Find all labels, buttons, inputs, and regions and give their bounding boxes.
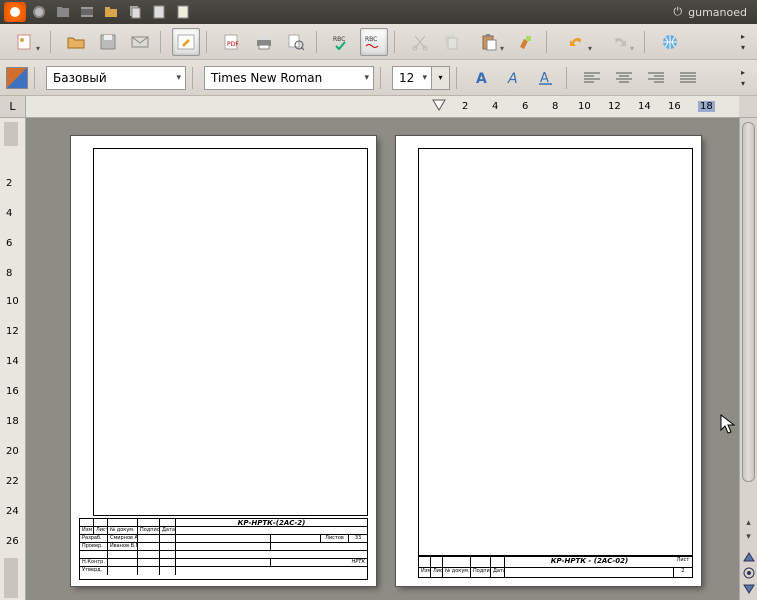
mail-button[interactable]: [126, 28, 154, 56]
font-name-combo[interactable]: Times New Roman: [204, 66, 374, 90]
align-center-button[interactable]: [610, 64, 638, 92]
font-size-stepper[interactable]: ▾: [432, 66, 450, 90]
drawing-frame: [418, 148, 693, 556]
vertical-ruler[interactable]: 2 4 6 8 10 12 14 16 18 20 22 24 26: [0, 118, 26, 600]
page-2: КР-НРТК - (2АС-02) Лист Изм Лист № докум…: [396, 136, 701, 586]
page-down-icon[interactable]: [742, 582, 756, 596]
format-paintbrush-button[interactable]: [512, 28, 540, 56]
svg-text:RBC: RBC: [333, 36, 345, 43]
copy-files-icon[interactable]: [124, 2, 146, 22]
scroll-down-icon[interactable]: ▾: [740, 532, 757, 548]
folder-icon[interactable]: [100, 2, 122, 22]
scrollbar-thumb[interactable]: [742, 122, 755, 482]
user-name[interactable]: gumanoed: [688, 6, 747, 19]
formatting-toolbar: Базовый Times New Roman 12 ▾ A A A ▸▾: [0, 60, 757, 96]
vertical-scrollbar[interactable]: ▴ ▾: [739, 118, 757, 600]
redo-button[interactable]: [600, 28, 638, 56]
files-icon[interactable]: [52, 2, 74, 22]
ubuntu-launcher-icon[interactable]: [4, 2, 26, 22]
document1-icon[interactable]: [148, 2, 170, 22]
svg-text:RBC: RBC: [365, 36, 377, 43]
svg-text:A: A: [507, 71, 518, 87]
writer-window: PDF RBC RBC ▸▾ Базовый Times New Roman 1…: [0, 24, 757, 600]
font-size-combo[interactable]: 12: [392, 66, 432, 90]
align-right-button[interactable]: [642, 64, 670, 92]
navigator-icon[interactable]: [742, 566, 756, 580]
toolbar-overflow-button[interactable]: ▸▾: [735, 28, 751, 56]
align-left-button[interactable]: [578, 64, 606, 92]
paste-button[interactable]: [470, 28, 508, 56]
edit-mode-button[interactable]: [172, 28, 200, 56]
print-preview-button[interactable]: [282, 28, 310, 56]
align-justify-button[interactable]: [674, 64, 702, 92]
save-button[interactable]: [94, 28, 122, 56]
cut-button[interactable]: [406, 28, 434, 56]
title-block-2: КР-НРТК - (2АС-02) Лист Изм Лист № докум…: [418, 556, 693, 578]
system-panel: ⏻ gumanoed: [0, 0, 757, 24]
auto-spellcheck-button[interactable]: RBC: [360, 28, 388, 56]
horizontal-ruler[interactable]: 2 4 6 8 10 12 14 16 18: [26, 96, 739, 118]
ruler-corner: L: [0, 96, 26, 118]
workspace: L 2 4 6 8 10 12 14 16 18 2 4 6 8 10 12 1…: [0, 96, 757, 600]
bold-button[interactable]: A: [468, 64, 496, 92]
power-icon[interactable]: ⏻: [673, 5, 682, 19]
video-icon[interactable]: [76, 2, 98, 22]
italic-button[interactable]: A: [500, 64, 528, 92]
svg-text:PDF: PDF: [227, 41, 239, 48]
document-canvas[interactable]: КР-НРТК-(2АС-2) Изм Лист № докум. Подпис…: [26, 118, 739, 600]
print-button[interactable]: [250, 28, 278, 56]
new-document-button[interactable]: [6, 28, 44, 56]
page-1: КР-НРТК-(2АС-2) Изм Лист № докум. Подпис…: [71, 136, 376, 586]
firefox-icon[interactable]: [28, 2, 50, 22]
indent-marker-icon[interactable]: [431, 98, 447, 114]
paragraph-style-combo[interactable]: Базовый: [46, 66, 186, 90]
copy-button[interactable]: [438, 28, 466, 56]
formatting-overflow-button[interactable]: ▸▾: [735, 64, 751, 92]
drawing-frame: [93, 148, 368, 516]
svg-text:A: A: [476, 71, 487, 87]
styles-formatting-button[interactable]: [6, 67, 28, 89]
document2-icon[interactable]: [172, 2, 194, 22]
undo-button[interactable]: [558, 28, 596, 56]
title-block-1: КР-НРТК-(2АС-2) Изм Лист № докум. Подпис…: [79, 518, 368, 580]
underline-button[interactable]: A: [532, 64, 560, 92]
open-button[interactable]: [62, 28, 90, 56]
spellcheck-button[interactable]: RBC: [328, 28, 356, 56]
standard-toolbar: PDF RBC RBC ▸▾: [0, 24, 757, 60]
export-pdf-button[interactable]: PDF: [218, 28, 246, 56]
page-up-icon[interactable]: [742, 550, 756, 564]
hyperlink-button[interactable]: [656, 28, 684, 56]
